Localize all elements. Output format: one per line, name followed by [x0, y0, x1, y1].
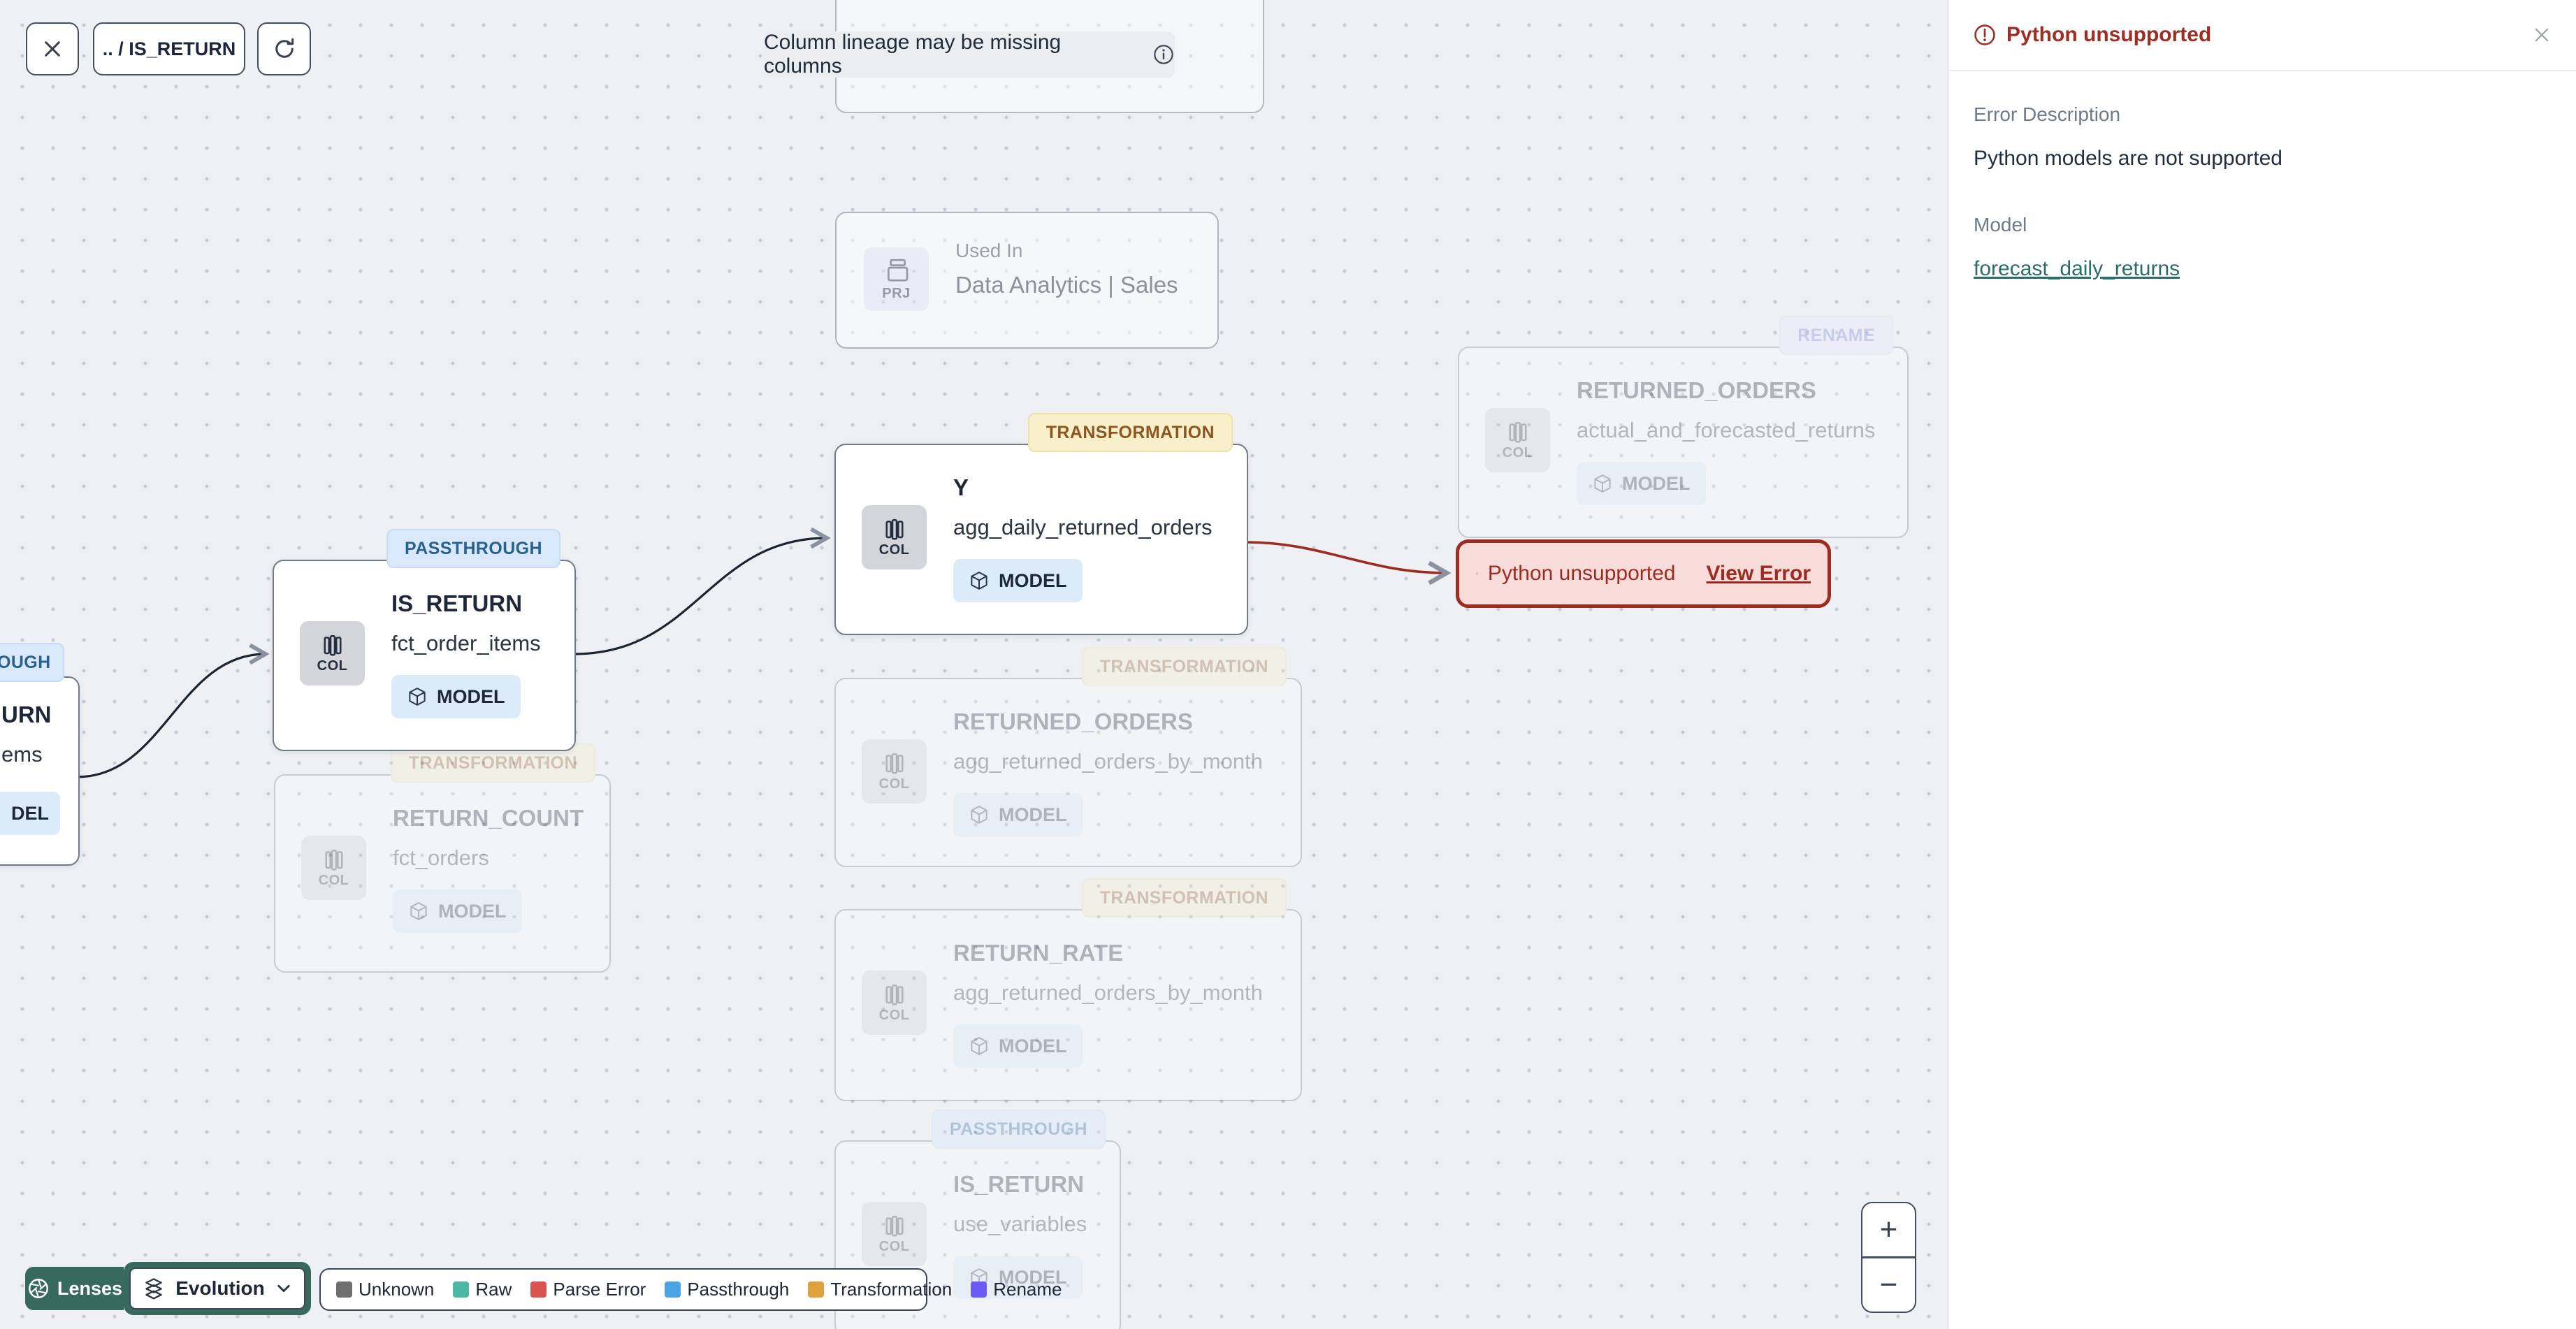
col-icon-box: COL: [862, 1202, 927, 1266]
legend-item-transformation: Transformation: [808, 1279, 952, 1300]
legend-swatch-unknown: [336, 1281, 352, 1298]
passthrough-badge: PASSTHROUGH: [386, 529, 560, 568]
model-chip: MODEL: [953, 559, 1083, 602]
model-chip-label: MODEL: [437, 685, 505, 707]
close-lineage-button[interactable]: [26, 22, 79, 75]
transformation-badge: TRANSFORMATION: [1027, 413, 1233, 452]
model-label: Model: [1974, 214, 2027, 235]
view-error-link[interactable]: View Error: [1706, 562, 1811, 586]
node-title: IS_RETURN: [391, 590, 523, 616]
node-title: Y: [953, 474, 969, 500]
zoom-in-button[interactable]: +: [1862, 1203, 1915, 1256]
lineage-canvas[interactable]: eting PRJ Used In Data Analytics | Sales…: [0, 0, 1948, 1329]
lens-mode-label: Evolution: [175, 1277, 265, 1299]
python-unsupported-error-node[interactable]: Python unsupported View Error: [1456, 539, 1831, 608]
legend-item-passthrough: Passthrough: [665, 1279, 789, 1300]
col-label: COL: [878, 542, 910, 558]
legend-label: Unknown: [359, 1279, 435, 1300]
node-subtitle-fragment: ems: [1, 742, 43, 767]
legend-item-rename: Rename: [971, 1279, 1062, 1300]
col-label: COL: [317, 658, 348, 674]
breadcrumb[interactable]: .. / IS_RETURN: [93, 22, 245, 75]
node-subtitle: agg_daily_returned_orders: [953, 515, 1213, 539]
legend-swatch-passthrough: [665, 1281, 681, 1298]
legend-label: Rename: [993, 1279, 1062, 1300]
legend-label: Transformation: [830, 1279, 953, 1300]
aperture-icon: [29, 1279, 48, 1298]
columns-icon: [885, 1215, 904, 1237]
warning-circle-icon: [1974, 24, 1995, 45]
error-node-label: Python unsupported: [1487, 562, 1676, 585]
zoom-control: + −: [1861, 1202, 1916, 1313]
lenses-button[interactable]: Lenses: [25, 1267, 124, 1310]
banner-text: Column lineage may be missing columns: [764, 31, 1062, 78]
passthrough-badge: PASSTHROUGH: [931, 1110, 1106, 1149]
legend-label: Passthrough: [687, 1279, 790, 1300]
model-chip-fragment: DEL: [0, 792, 60, 835]
error-detail-panel: Python unsupported Error Description Pyt…: [1948, 0, 2576, 1329]
lineage-legend: Unknown Raw Parse Error Passthrough Tran…: [319, 1268, 1062, 1311]
legend-item-raw: Raw: [453, 1279, 512, 1300]
panel-close-button[interactable]: [2531, 24, 2552, 45]
legend-item-unknown: Unknown: [336, 1279, 434, 1300]
columns-icon: [885, 518, 904, 540]
lenses-label: Lenses: [57, 1277, 123, 1299]
close-icon: [2535, 28, 2549, 42]
lens-mode-button: Evolution: [129, 1268, 305, 1309]
model-link[interactable]: forecast_daily_returns: [1974, 257, 2180, 281]
error-description-label: Error Description: [1974, 103, 2121, 125]
model-chip-label: MODEL: [999, 569, 1067, 591]
error-description-value: Python models are not supported: [1974, 147, 2282, 170]
columns-icon: [323, 634, 342, 656]
refresh-icon: [275, 38, 294, 58]
legend-label: Raw: [475, 1279, 512, 1300]
model-chip: MODEL: [391, 675, 521, 718]
legend-label: Parse Error: [553, 1279, 646, 1300]
passthrough-badge-fragment: OUGH: [0, 643, 64, 682]
chevron-down-icon: [277, 1284, 290, 1293]
warning-circle-icon: [1476, 572, 1478, 575]
col-icon-box: COL: [300, 621, 365, 685]
zoom-out-button[interactable]: −: [1862, 1258, 1915, 1312]
lens-mode-dropdown[interactable]: Evolution: [124, 1262, 311, 1315]
panel-title-text: Python unsupported: [2006, 23, 2212, 46]
node-agg-daily-returned-orders[interactable]: TRANSFORMATION COL Y agg_daily_returned_…: [834, 413, 1248, 635]
refresh-button[interactable]: [257, 22, 311, 75]
lineage-warning-banner: Column lineage may be missing columns: [764, 31, 1175, 78]
node-title-fragment: URN: [1, 702, 52, 727]
legend-swatch-parse-error: [530, 1281, 547, 1298]
legend-swatch-raw: [453, 1281, 470, 1298]
cube-icon: [971, 572, 987, 590]
node-fct-order-items[interactable]: PASSTHROUGH COL IS_RETURN fct_order_item…: [273, 529, 576, 751]
panel-title: Python unsupported: [1973, 23, 2211, 47]
info-icon[interactable]: [1152, 43, 1175, 66]
cube-icon: [409, 688, 426, 706]
node-subtitle: fct_order_items: [391, 631, 541, 655]
node-subtitle: use_variables: [953, 1212, 1087, 1236]
close-icon: [45, 41, 60, 57]
model-chip-label-fragment: DEL: [11, 802, 49, 824]
lineage-app: eting PRJ Used In Data Analytics | Sales…: [0, 0, 2576, 1329]
legend-item-parse-error: Parse Error: [530, 1279, 646, 1300]
col-icon-box: COL: [862, 505, 927, 569]
legend-swatch-rename: [971, 1281, 987, 1298]
node-title: IS_RETURN: [953, 1171, 1085, 1197]
legend-swatch-transformation: [808, 1281, 825, 1298]
breadcrumb-label: .. / IS_RETURN: [102, 38, 236, 59]
panel-header: Python unsupported: [1949, 0, 2576, 71]
layers-icon: [145, 1278, 162, 1300]
col-label: COL: [878, 1239, 910, 1254]
